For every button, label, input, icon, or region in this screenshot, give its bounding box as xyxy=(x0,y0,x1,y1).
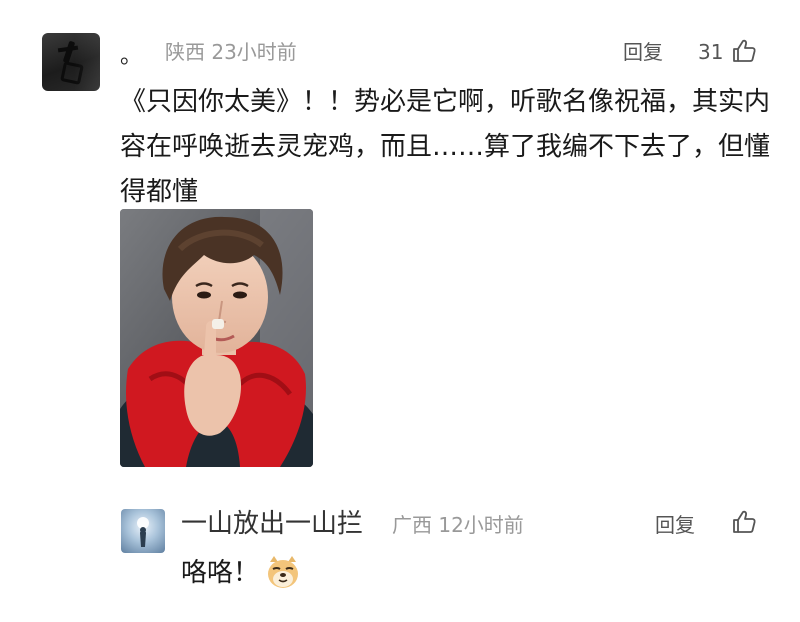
thumbs-up-icon[interactable] xyxy=(731,509,757,535)
portrait-illustration xyxy=(120,209,313,467)
person-silhouette-icon xyxy=(137,517,149,547)
comment-text: 《只因你太美》！！势必是它啊，听歌名像祝福，其实内容在呼唤逝去灵宠鸡，而且……算… xyxy=(120,87,771,207)
reply-username[interactable]: 一山放出一山拦 xyxy=(181,506,363,542)
reply-text: 咯咯！ xyxy=(181,558,260,588)
comment-meta: 陕西 23小时前 xyxy=(165,38,297,66)
reply-avatar[interactable] xyxy=(121,509,165,553)
doge-emoji-icon xyxy=(268,556,298,588)
comment-username[interactable]: 。 xyxy=(120,44,142,70)
reply-location: 广西 xyxy=(392,513,432,537)
comment-location: 陕西 xyxy=(165,40,205,64)
reply-meta: 广西 12小时前 xyxy=(392,511,524,539)
reply-to-reply-button[interactable]: 回复 xyxy=(655,511,695,539)
comment-image[interactable] xyxy=(120,209,313,467)
avatar[interactable] xyxy=(42,33,100,91)
thumbs-up-icon[interactable] xyxy=(731,38,757,64)
like-count: 31 xyxy=(698,40,724,64)
reply-time: 12小时前 xyxy=(438,513,524,537)
reply-button[interactable]: 回复 xyxy=(623,38,663,66)
comment-time: 23小时前 xyxy=(211,40,297,64)
